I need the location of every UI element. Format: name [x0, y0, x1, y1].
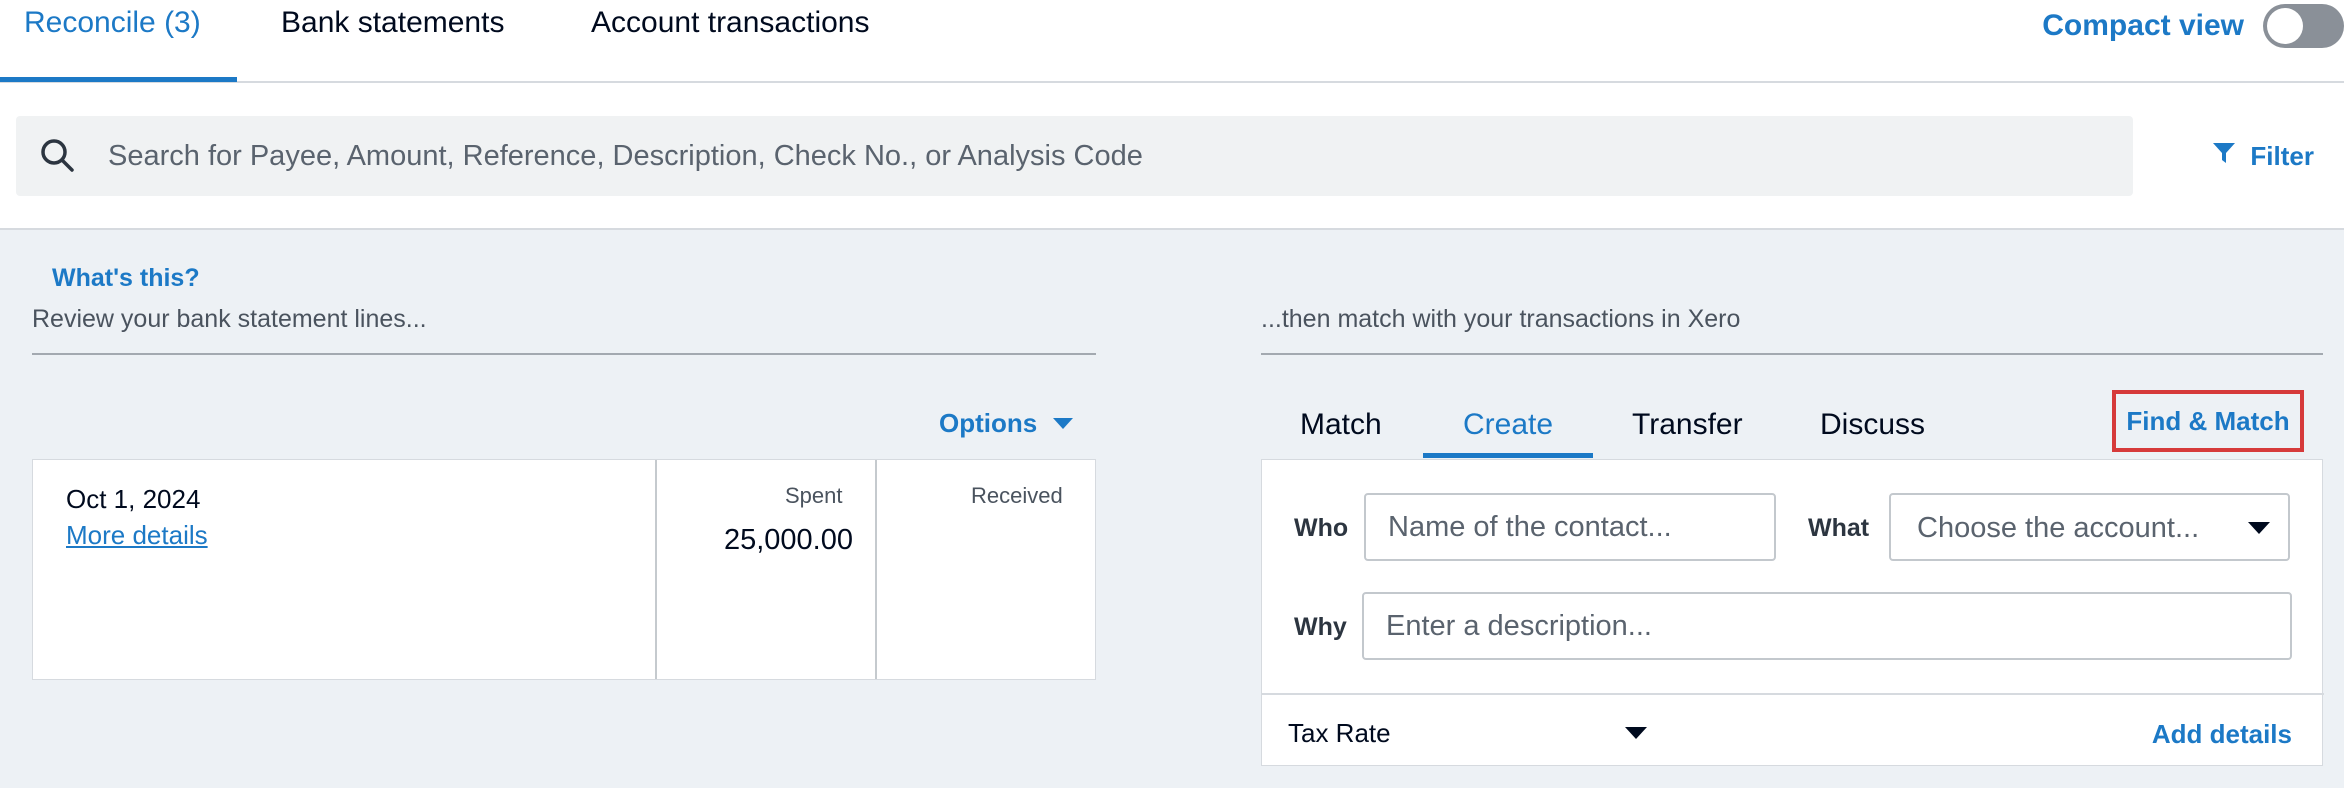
search-box[interactable]	[16, 116, 2133, 196]
tab-discuss[interactable]: Discuss	[1820, 408, 1925, 442]
description-input[interactable]	[1362, 592, 2292, 660]
add-details-link[interactable]: Add details	[2152, 719, 2292, 750]
filter-label: Filter	[2250, 141, 2314, 171]
tab-bank-statements[interactable]: Bank statements	[281, 6, 504, 40]
left-divider	[32, 353, 1096, 355]
contact-name-input[interactable]	[1364, 493, 1776, 561]
search-icon	[38, 136, 78, 176]
active-match-tab-indicator	[1423, 453, 1593, 458]
tab-account-transactions[interactable]: Account transactions	[591, 6, 869, 40]
filter-button[interactable]: Filter	[2212, 141, 2314, 172]
search-band: Filter	[0, 83, 2344, 230]
who-label: Who	[1294, 514, 1349, 542]
statement-date: Oct 1, 2024	[66, 484, 201, 514]
chevron-down-icon	[2248, 522, 2270, 534]
tab-create[interactable]: Create	[1463, 408, 1553, 442]
tab-transfer[interactable]: Transfer	[1632, 408, 1743, 442]
received-label: Received	[971, 483, 1063, 508]
more-details-link[interactable]: More details	[66, 520, 208, 551]
active-tab-indicator	[0, 77, 237, 82]
statement-lines-caption: Review your bank statement lines...	[32, 305, 427, 333]
whats-this-link[interactable]: What's this?	[52, 264, 200, 293]
right-divider	[1261, 353, 2323, 355]
search-input[interactable]	[108, 116, 2108, 196]
chevron-down-icon	[1053, 418, 1074, 429]
account-select[interactable]: Choose the account...	[1889, 493, 2290, 561]
options-label: Options	[939, 408, 1038, 438]
top-tab-bar: Reconcile (3) Bank statements Account tr…	[0, 0, 2344, 83]
funnel-icon	[2212, 141, 2236, 172]
compact-view-toggle[interactable]	[2263, 4, 2344, 48]
panel-divider	[1262, 693, 2324, 695]
what-label: What	[1808, 514, 1870, 542]
find-and-match-button[interactable]: Find & Match	[2112, 390, 2304, 452]
options-dropdown[interactable]: Options	[939, 408, 1074, 439]
toggle-knob	[2267, 8, 2303, 44]
column-divider	[875, 460, 877, 679]
why-label: Why	[1294, 613, 1347, 641]
tab-reconcile[interactable]: Reconcile (3)	[24, 6, 201, 40]
spent-amount: 25,000.00	[723, 524, 853, 556]
tab-match[interactable]: Match	[1300, 408, 1382, 442]
chevron-down-icon[interactable]	[1625, 727, 1647, 739]
match-transactions-caption: ...then match with your transactions in …	[1261, 305, 1741, 333]
compact-view-label[interactable]: Compact view	[2042, 9, 2244, 43]
statement-line-card: Oct 1, 2024 More details Spent 25,000.00…	[32, 459, 1096, 680]
column-divider	[655, 460, 657, 679]
create-transaction-panel: Who What Choose the account... Why Tax R…	[1261, 459, 2324, 766]
account-select-placeholder: Choose the account...	[1917, 512, 2200, 544]
tax-rate-label[interactable]: Tax Rate	[1288, 718, 1391, 749]
spent-label: Spent	[785, 483, 843, 508]
